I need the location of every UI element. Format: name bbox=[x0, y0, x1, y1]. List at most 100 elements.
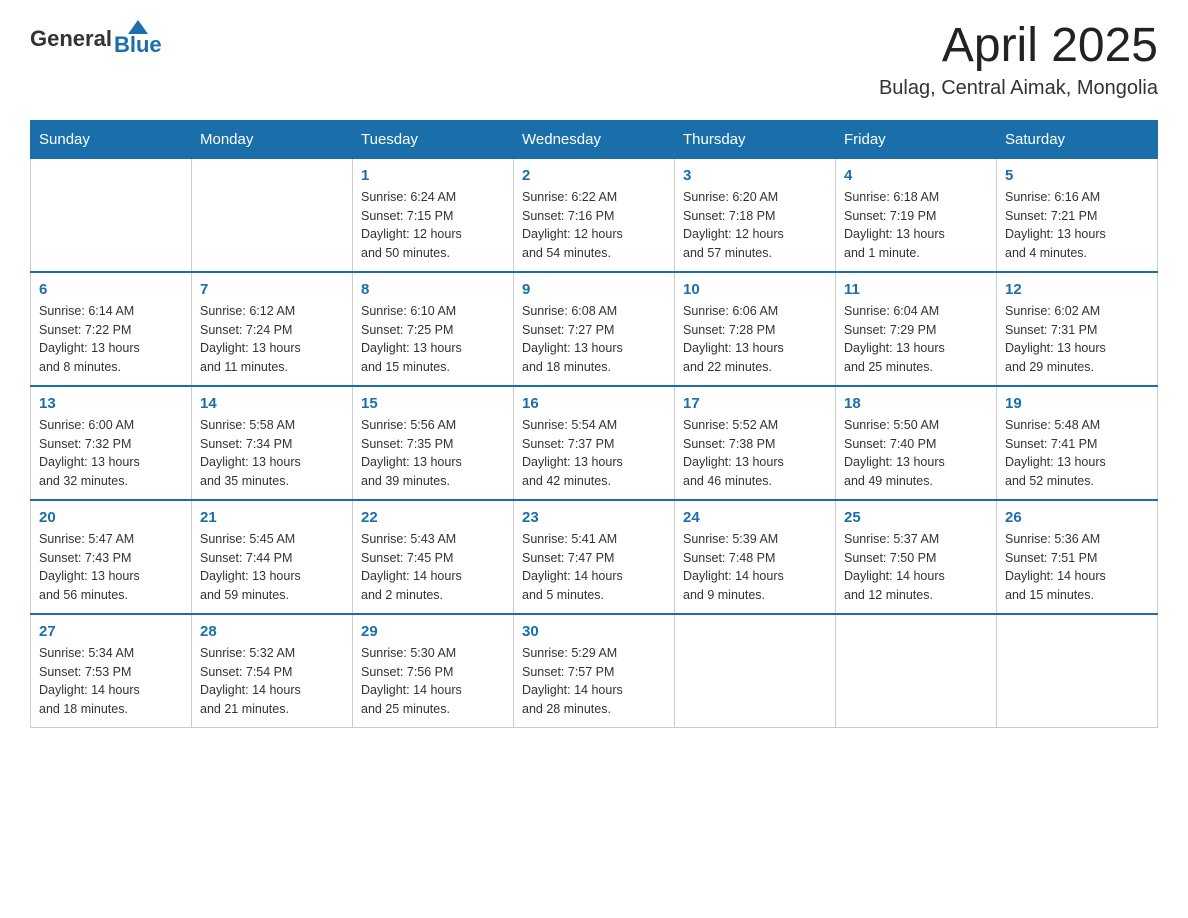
calendar-cell: 20 Sunrise: 5:47 AM Sunset: 7:43 PM Dayli… bbox=[31, 500, 192, 614]
day-info: Sunrise: 5:43 AM Sunset: 7:45 PM Dayligh… bbox=[361, 530, 505, 605]
day-info: Sunrise: 5:37 AM Sunset: 7:50 PM Dayligh… bbox=[844, 530, 988, 605]
calendar-week-row: 13 Sunrise: 6:00 AM Sunset: 7:32 PM Dayli… bbox=[31, 386, 1158, 500]
day-info: Sunrise: 6:06 AM Sunset: 7:28 PM Dayligh… bbox=[683, 302, 827, 377]
day-number: 10 bbox=[683, 281, 827, 298]
calendar-cell: 17Sunrise: 5:52 AM Sunset: 7:38 PM Dayli… bbox=[675, 386, 836, 500]
day-info: Sunrise: 5:47 AM Sunset: 7:43 PM Dayligh… bbox=[39, 530, 183, 605]
calendar-cell: 2Sunrise: 6:22 AM Sunset: 7:16 PM Daylig… bbox=[514, 158, 675, 272]
calendar-cell: 18 Sunrise: 5:50 AM Sunset: 7:40 PM Dayli… bbox=[836, 386, 997, 500]
calendar-week-row: 20 Sunrise: 5:47 AM Sunset: 7:43 PM Dayli… bbox=[31, 500, 1158, 614]
calendar-cell: 15 Sunrise: 5:56 AM Sunset: 7:35 PM Dayli… bbox=[353, 386, 514, 500]
calendar-header-friday: Friday bbox=[836, 120, 997, 158]
day-number: 16 bbox=[522, 395, 666, 412]
calendar-cell: 30 Sunrise: 5:29 AM Sunset: 7:57 PM Dayli… bbox=[514, 614, 675, 728]
day-number: 6 bbox=[39, 281, 183, 298]
day-info: Sunrise: 5:50 AM Sunset: 7:40 PM Dayligh… bbox=[844, 416, 988, 491]
calendar-header-tuesday: Tuesday bbox=[353, 120, 514, 158]
calendar-header-monday: Monday bbox=[192, 120, 353, 158]
calendar-cell: 3 Sunrise: 6:20 AM Sunset: 7:18 PM Daylig… bbox=[675, 158, 836, 272]
day-number: 12 bbox=[1005, 281, 1149, 298]
day-info: Sunrise: 5:39 AM Sunset: 7:48 PM Dayligh… bbox=[683, 530, 827, 605]
logo: General Blue bbox=[30, 20, 162, 58]
day-info: Sunrise: 6:10 AM Sunset: 7:25 PM Dayligh… bbox=[361, 302, 505, 377]
day-info: Sunrise: 6:02 AM Sunset: 7:31 PM Dayligh… bbox=[1005, 302, 1149, 377]
day-info: Sunrise: 6:14 AM Sunset: 7:22 PM Dayligh… bbox=[39, 302, 183, 377]
day-number: 20 bbox=[39, 509, 183, 526]
calendar-cell: 19Sunrise: 5:48 AM Sunset: 7:41 PM Dayli… bbox=[997, 386, 1158, 500]
day-info: Sunrise: 6:12 AM Sunset: 7:24 PM Dayligh… bbox=[200, 302, 344, 377]
calendar-cell: 10 Sunrise: 6:06 AM Sunset: 7:28 PM Dayli… bbox=[675, 272, 836, 386]
calendar-week-row: 6 Sunrise: 6:14 AM Sunset: 7:22 PM Daylig… bbox=[31, 272, 1158, 386]
day-number: 27 bbox=[39, 623, 183, 640]
day-info: Sunrise: 5:52 AM Sunset: 7:38 PM Dayligh… bbox=[683, 416, 827, 491]
day-info: Sunrise: 5:41 AM Sunset: 7:47 PM Dayligh… bbox=[522, 530, 666, 605]
calendar-cell: 26Sunrise: 5:36 AM Sunset: 7:51 PM Dayli… bbox=[997, 500, 1158, 614]
logo-text-general: General bbox=[30, 26, 112, 52]
calendar-cell: 11Sunrise: 6:04 AM Sunset: 7:29 PM Dayli… bbox=[836, 272, 997, 386]
calendar-cell: 27 Sunrise: 5:34 AM Sunset: 7:53 PM Dayli… bbox=[31, 614, 192, 728]
day-info: Sunrise: 5:45 AM Sunset: 7:44 PM Dayligh… bbox=[200, 530, 344, 605]
day-info: Sunrise: 5:34 AM Sunset: 7:53 PM Dayligh… bbox=[39, 644, 183, 719]
calendar-cell: 13 Sunrise: 6:00 AM Sunset: 7:32 PM Dayli… bbox=[31, 386, 192, 500]
day-info: Sunrise: 5:30 AM Sunset: 7:56 PM Dayligh… bbox=[361, 644, 505, 719]
calendar-header-thursday: Thursday bbox=[675, 120, 836, 158]
day-info: Sunrise: 5:58 AM Sunset: 7:34 PM Dayligh… bbox=[200, 416, 344, 491]
title-section: April 2025 Bulag, Central Aimak, Mongoli… bbox=[879, 20, 1158, 100]
logo-text-blue: Blue bbox=[114, 32, 162, 58]
day-info: Sunrise: 6:18 AM Sunset: 7:19 PM Dayligh… bbox=[844, 188, 988, 263]
location-title: Bulag, Central Aimak, Mongolia bbox=[879, 77, 1158, 100]
day-number: 13 bbox=[39, 395, 183, 412]
calendar-cell bbox=[192, 158, 353, 272]
day-info: Sunrise: 6:22 AM Sunset: 7:16 PM Dayligh… bbox=[522, 188, 666, 263]
day-info: Sunrise: 5:54 AM Sunset: 7:37 PM Dayligh… bbox=[522, 416, 666, 491]
calendar-cell: 12 Sunrise: 6:02 AM Sunset: 7:31 PM Dayli… bbox=[997, 272, 1158, 386]
calendar-cell: 4 Sunrise: 6:18 AM Sunset: 7:19 PM Daylig… bbox=[836, 158, 997, 272]
calendar-header-saturday: Saturday bbox=[997, 120, 1158, 158]
calendar-cell bbox=[997, 614, 1158, 728]
day-number: 3 bbox=[683, 167, 827, 184]
calendar-cell bbox=[675, 614, 836, 728]
day-number: 9 bbox=[522, 281, 666, 298]
calendar-cell: 25 Sunrise: 5:37 AM Sunset: 7:50 PM Dayli… bbox=[836, 500, 997, 614]
calendar-cell: 28 Sunrise: 5:32 AM Sunset: 7:54 PM Dayli… bbox=[192, 614, 353, 728]
page-header: General Blue April 2025 Bulag, Central A… bbox=[30, 20, 1158, 100]
day-number: 22 bbox=[361, 509, 505, 526]
calendar-header-sunday: Sunday bbox=[31, 120, 192, 158]
day-number: 1 bbox=[361, 167, 505, 184]
day-info: Sunrise: 5:56 AM Sunset: 7:35 PM Dayligh… bbox=[361, 416, 505, 491]
day-number: 14 bbox=[200, 395, 344, 412]
calendar-cell: 6 Sunrise: 6:14 AM Sunset: 7:22 PM Daylig… bbox=[31, 272, 192, 386]
day-number: 25 bbox=[844, 509, 988, 526]
day-number: 24 bbox=[683, 509, 827, 526]
calendar-header-wednesday: Wednesday bbox=[514, 120, 675, 158]
day-number: 30 bbox=[522, 623, 666, 640]
day-number: 28 bbox=[200, 623, 344, 640]
calendar-cell bbox=[836, 614, 997, 728]
day-number: 15 bbox=[361, 395, 505, 412]
day-info: Sunrise: 6:20 AM Sunset: 7:18 PM Dayligh… bbox=[683, 188, 827, 263]
day-number: 18 bbox=[844, 395, 988, 412]
calendar-header-row: SundayMondayTuesdayWednesdayThursdayFrid… bbox=[31, 120, 1158, 158]
day-info: Sunrise: 6:16 AM Sunset: 7:21 PM Dayligh… bbox=[1005, 188, 1149, 263]
day-info: Sunrise: 5:32 AM Sunset: 7:54 PM Dayligh… bbox=[200, 644, 344, 719]
day-number: 8 bbox=[361, 281, 505, 298]
calendar-cell: 1 Sunrise: 6:24 AM Sunset: 7:15 PM Daylig… bbox=[353, 158, 514, 272]
calendar-week-row: 27 Sunrise: 5:34 AM Sunset: 7:53 PM Dayli… bbox=[31, 614, 1158, 728]
day-info: Sunrise: 6:24 AM Sunset: 7:15 PM Dayligh… bbox=[361, 188, 505, 263]
calendar-cell: 5Sunrise: 6:16 AM Sunset: 7:21 PM Daylig… bbox=[997, 158, 1158, 272]
day-number: 4 bbox=[844, 167, 988, 184]
day-info: Sunrise: 5:36 AM Sunset: 7:51 PM Dayligh… bbox=[1005, 530, 1149, 605]
calendar-week-row: 1 Sunrise: 6:24 AM Sunset: 7:15 PM Daylig… bbox=[31, 158, 1158, 272]
calendar-cell: 29 Sunrise: 5:30 AM Sunset: 7:56 PM Dayli… bbox=[353, 614, 514, 728]
day-info: Sunrise: 6:00 AM Sunset: 7:32 PM Dayligh… bbox=[39, 416, 183, 491]
calendar-cell: 24 Sunrise: 5:39 AM Sunset: 7:48 PM Dayli… bbox=[675, 500, 836, 614]
calendar-cell bbox=[31, 158, 192, 272]
day-number: 7 bbox=[200, 281, 344, 298]
day-number: 21 bbox=[200, 509, 344, 526]
day-number: 29 bbox=[361, 623, 505, 640]
day-info: Sunrise: 5:29 AM Sunset: 7:57 PM Dayligh… bbox=[522, 644, 666, 719]
calendar-cell: 9Sunrise: 6:08 AM Sunset: 7:27 PM Daylig… bbox=[514, 272, 675, 386]
day-number: 23 bbox=[522, 509, 666, 526]
calendar-table: SundayMondayTuesdayWednesdayThursdayFrid… bbox=[30, 120, 1158, 728]
calendar-cell: 16 Sunrise: 5:54 AM Sunset: 7:37 PM Dayli… bbox=[514, 386, 675, 500]
